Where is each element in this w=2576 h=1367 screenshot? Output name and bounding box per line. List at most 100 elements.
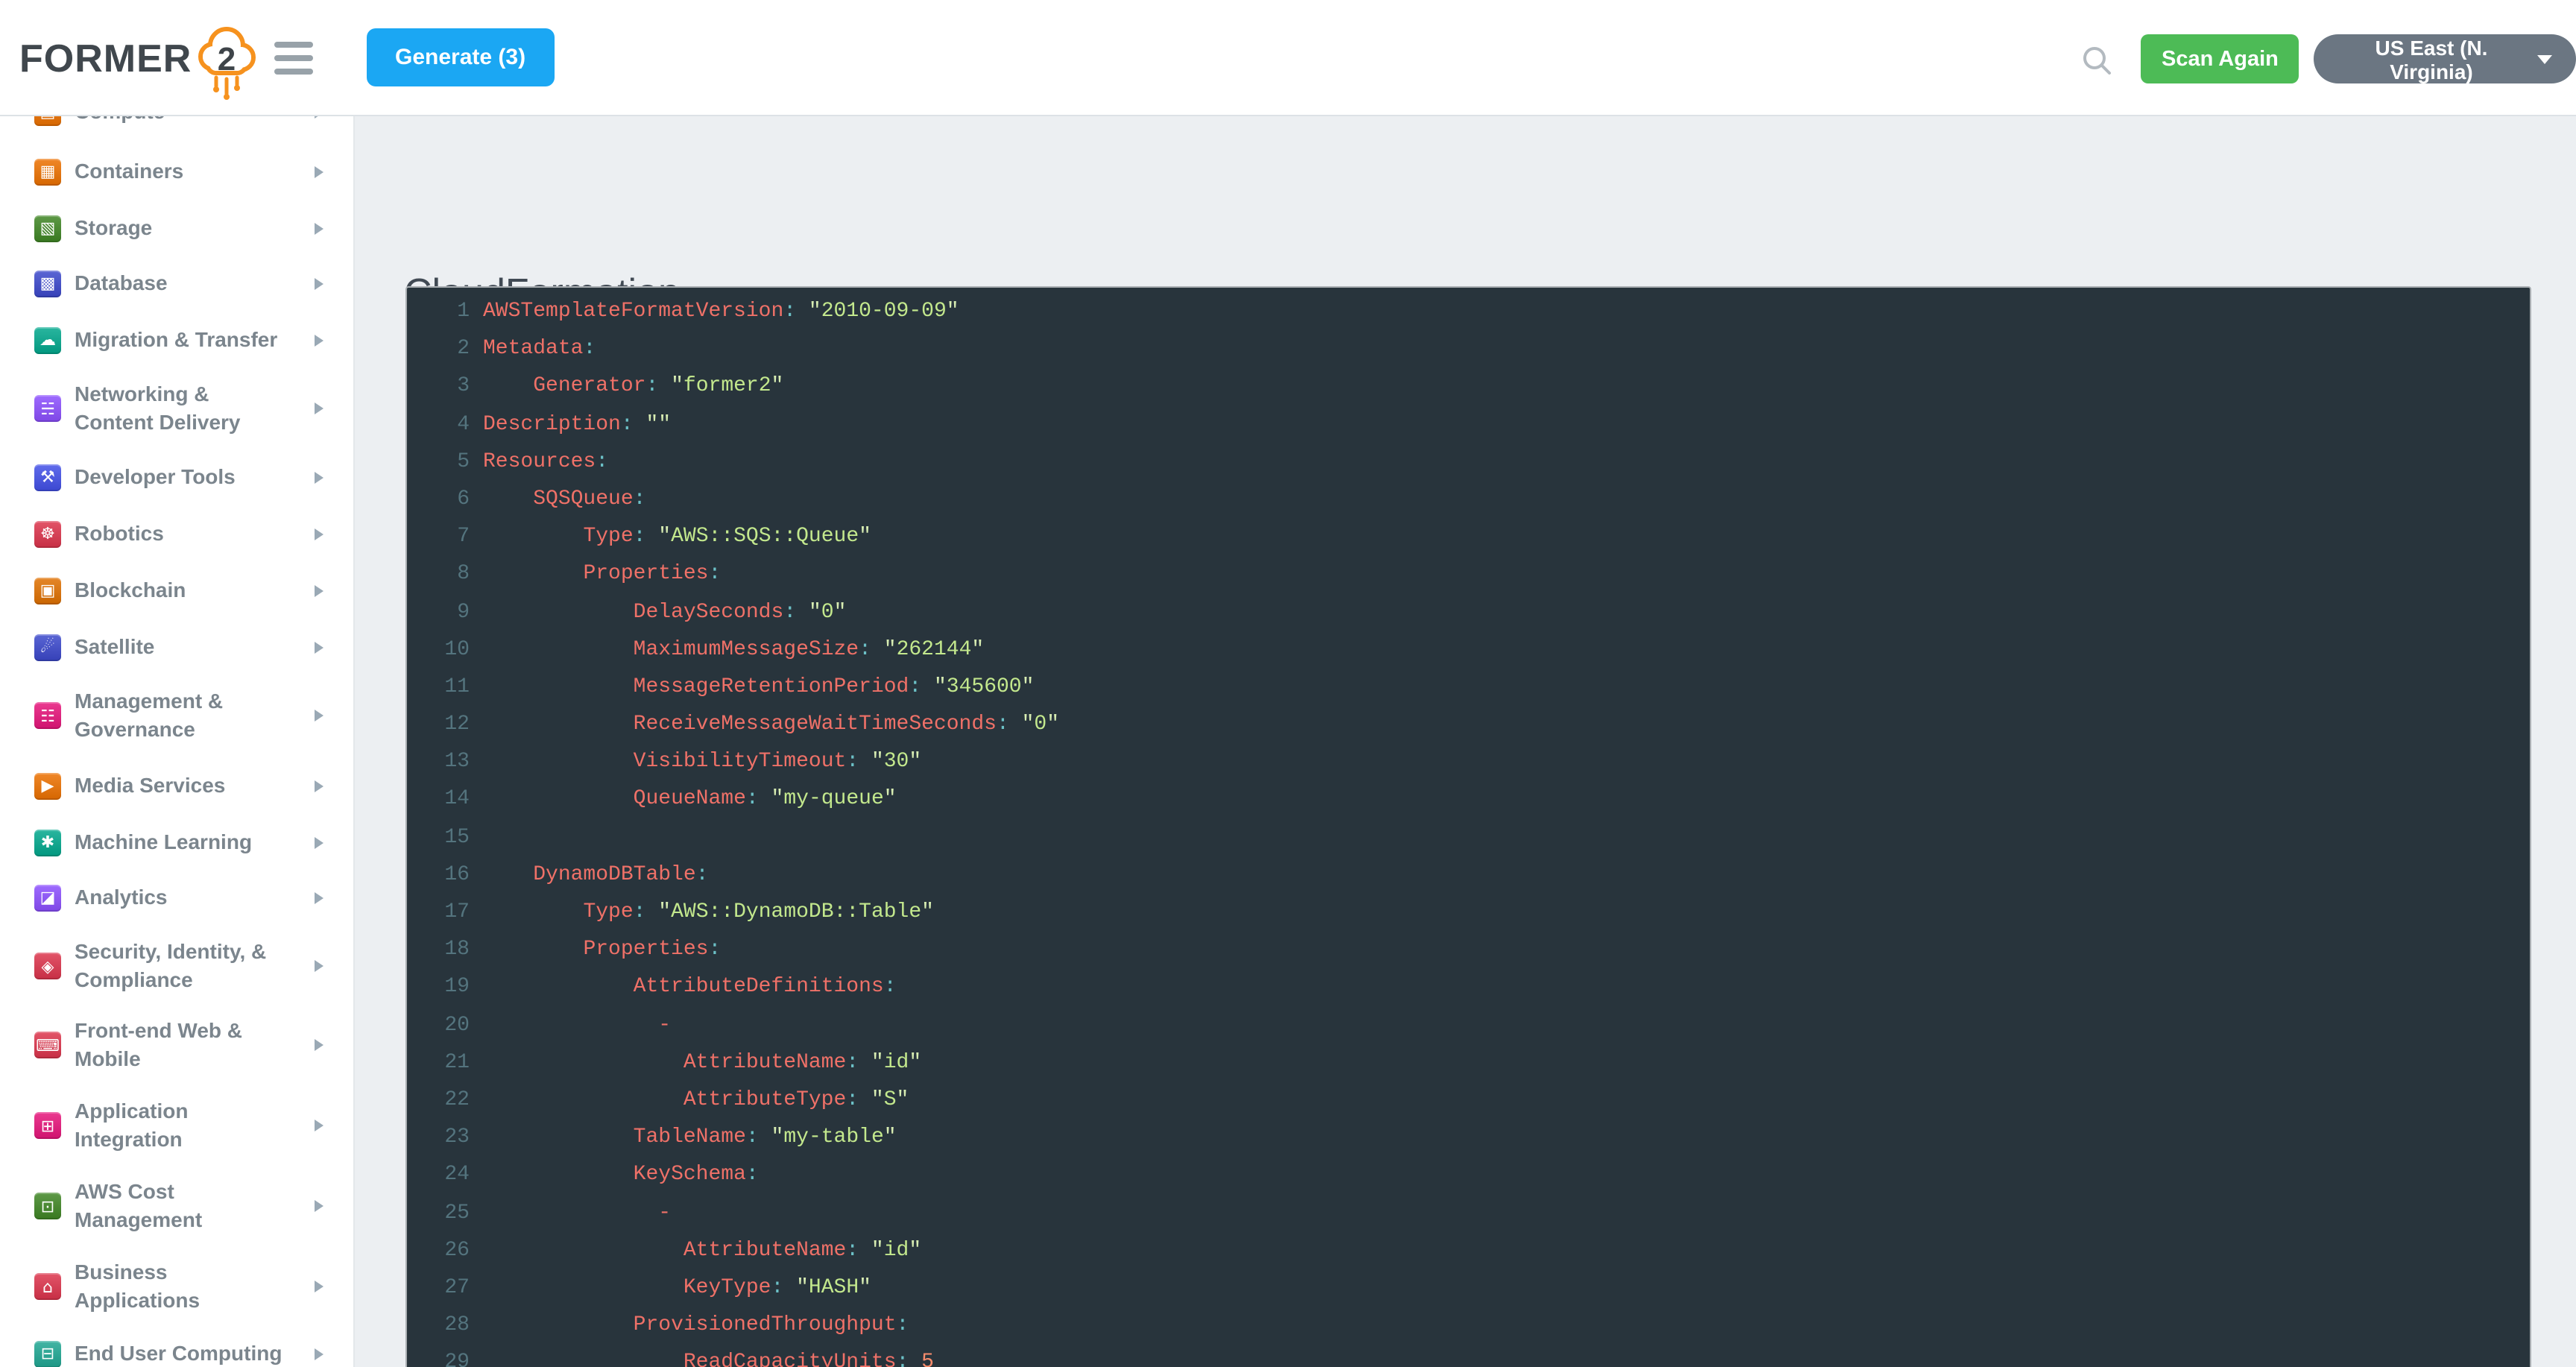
chevron-right-icon (315, 471, 323, 483)
database-icon: ▩ (34, 270, 61, 297)
svg-text:2: 2 (217, 41, 235, 78)
chevron-right-icon (315, 891, 323, 903)
region-selector-button[interactable]: US East (N. Virginia) (2314, 34, 2576, 83)
line-number: 9 (407, 594, 470, 631)
sidebar-item-networking-content-delivery[interactable]: ☵Networking &Content Delivery (0, 380, 355, 437)
logo-cloud-2-icon: 2 (195, 24, 257, 101)
sidebar-item-analytics[interactable]: ◪Analytics (0, 883, 355, 912)
sidebar-item-security-identity-compliance[interactable]: ◈Security, Identity, &Compliance (0, 938, 355, 994)
main-content: CloudFormation Outputs/CloudFormation Co… (355, 116, 2576, 1367)
line-number: 7 (407, 519, 470, 556)
line-number: 15 (407, 819, 470, 856)
generate-button[interactable]: Generate (3) (367, 28, 554, 86)
sidebar-item-end-user-computing[interactable]: ⊟End User Computing (0, 1339, 355, 1367)
code-text: Properties: (483, 557, 721, 594)
sidebar-item-database[interactable]: ▩ Database (0, 269, 355, 297)
sidebar-item-aws-cost-management[interactable]: ⊡AWS CostManagement (0, 1178, 355, 1234)
scan-again-button[interactable]: Scan Again (2141, 34, 2299, 83)
former2-app: FORMER 2 Gen (0, 0, 2576, 1367)
aws-cost-management-icon: ⊡ (34, 1193, 61, 1219)
sidebar-item-media-services[interactable]: ▶Media Services (0, 771, 355, 800)
code-text: Generator: "former2" (483, 369, 783, 406)
chevron-right-icon (315, 334, 323, 346)
top-header: FORMER 2 Gen (0, 0, 2576, 116)
sidebar-item-developer-tools[interactable]: ⚒Developer Tools (0, 463, 355, 491)
chevron-right-icon (315, 222, 323, 234)
line-number: 29 (407, 1345, 470, 1367)
line-number: 12 (407, 707, 470, 744)
sidebar-item-satellite[interactable]: ☄ Satellite (0, 633, 355, 661)
sidebar-item-label: Migration & Transfer (75, 326, 301, 354)
containers-icon: ▦ (34, 158, 61, 185)
sidebar-item-label: Database (75, 269, 301, 297)
sidebar-item-containers[interactable]: ▦ Containers (0, 157, 355, 186)
code-text: KeyType: "HASH" (483, 1270, 871, 1307)
line-number: 24 (407, 1158, 470, 1195)
application-integration-icon: ⊞ (34, 1112, 61, 1139)
code-text: MaximumMessageSize: "262144" (483, 631, 984, 669)
code-line: 1AWSTemplateFormatVersion: "2010-09-09" (407, 294, 2530, 331)
code-line: 25 - (407, 1195, 2530, 1232)
blockchain-icon: ▣ (34, 577, 61, 604)
services-sidebar: ▤Compute ▦ Containers ▧Storage ▩ Database ☁Mig… (0, 116, 355, 1367)
sidebar-item-migration-transfer[interactable]: ☁Migration & Transfer (0, 326, 355, 354)
code-line: 20 - (407, 1007, 2530, 1044)
code-line: 24 KeySchema: (407, 1158, 2530, 1195)
line-number: 22 (407, 1082, 470, 1120)
line-number: 28 (407, 1307, 470, 1345)
code-text: Resources: (483, 444, 608, 482)
line-number: 2 (407, 331, 470, 368)
sidebar-item-application-integration[interactable]: ⊞ApplicationIntegration (0, 1097, 355, 1154)
satellite-icon: ☄ (34, 634, 61, 660)
code-text: DelaySeconds: "0" (483, 594, 846, 631)
code-text: ReceiveMessageWaitTimeSeconds: "0" (483, 707, 1059, 744)
code-text: Description: "" (483, 406, 671, 443)
sidebar-item-label: Robotics (75, 520, 301, 548)
sidebar-item-business-applications[interactable]: ⌂BusinessApplications (0, 1258, 355, 1315)
sidebar-item-management-governance[interactable]: ☷Management &Governance (0, 687, 355, 744)
sidebar-item-blockchain[interactable]: ▣Blockchain (0, 576, 355, 604)
sidebar-item-machine-learning[interactable]: ✱Machine Learning (0, 828, 355, 856)
code-line: 6 SQSQueue: (407, 482, 2530, 519)
chevron-right-icon (315, 1120, 323, 1131)
caret-down-icon (2537, 54, 2552, 63)
cloudformation-yaml-editor[interactable]: 1AWSTemplateFormatVersion: "2010-09-09"2… (405, 286, 2531, 1367)
chevron-right-icon (315, 641, 323, 653)
sidebar-item-storage[interactable]: ▧Storage (0, 214, 355, 242)
code-line: 11 MessageRetentionPeriod: "345600" (407, 669, 2530, 707)
sidebar-item-label: Satellite (75, 633, 301, 661)
code-text: MessageRetentionPeriod: "345600" (483, 669, 1034, 707)
sidebar-item-robotics[interactable]: ☸Robotics (0, 520, 355, 548)
sidebar-item-compute[interactable]: ▤Compute (0, 116, 355, 126)
networking-content-delivery-icon: ☵ (34, 395, 61, 422)
code-line: 7 Type: "AWS::SQS::Queue" (407, 519, 2530, 556)
code-line: 27 KeyType: "HASH" (407, 1270, 2530, 1307)
search-icon[interactable] (2081, 45, 2114, 78)
code-line: 23 TableName: "my-table" (407, 1120, 2530, 1157)
line-number: 25 (407, 1195, 470, 1232)
code-line: 12 ReceiveMessageWaitTimeSeconds: "0" (407, 707, 2530, 744)
chevron-right-icon (315, 836, 323, 848)
code-line: 14 QueueName: "my-queue" (407, 782, 2530, 819)
line-number: 13 (407, 745, 470, 782)
code-line: 4 Description: "" (407, 406, 2530, 443)
code-text: Properties: (483, 932, 721, 969)
sidebar-item-label: Containers (75, 157, 301, 186)
management-governance-icon: ☷ (34, 702, 61, 729)
code-line: 16 DynamoDBTable: (407, 857, 2530, 894)
line-number: 8 (407, 557, 470, 594)
sidebar-item-front-end-web-mobile[interactable]: ⌨Front-end Web &Mobile (0, 1017, 355, 1073)
code-line: 5Resources: (407, 444, 2530, 482)
code-text: DynamoDBTable: (483, 857, 708, 894)
line-number: 4 (407, 406, 470, 443)
former2-logo[interactable]: FORMER 2 (19, 0, 257, 116)
region-label: US East (N. Virginia) (2337, 35, 2525, 83)
sidebar-item-label: BusinessApplications (75, 1258, 301, 1315)
code-text: AttributeName: "id" (483, 1232, 921, 1269)
menu-toggle-hamburger-icon[interactable] (274, 42, 313, 75)
code-line: 17 Type: "AWS::DynamoDB::Table" (407, 894, 2530, 932)
front-end-web-mobile-icon: ⌨ (34, 1032, 61, 1058)
chevron-right-icon (315, 528, 323, 540)
code-text: - (483, 1007, 671, 1044)
chevron-right-icon (315, 402, 323, 414)
